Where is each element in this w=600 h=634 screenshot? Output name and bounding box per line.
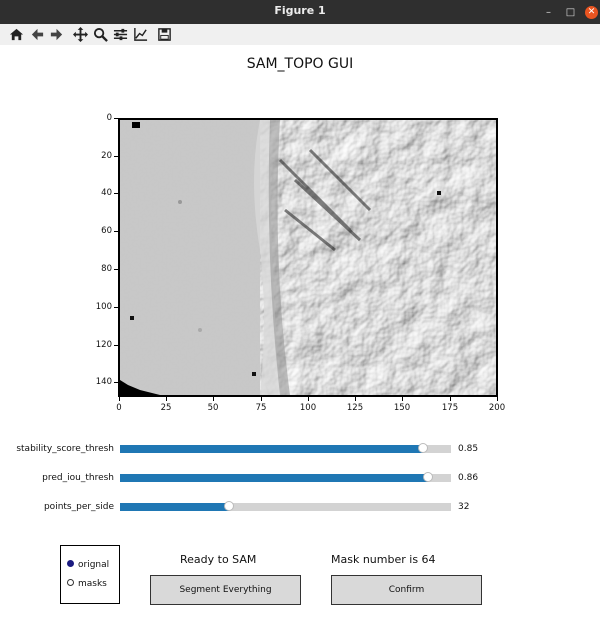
window-title: Figure 1 [274,4,326,17]
y-tick-label: 140 [95,377,112,387]
x-tick [308,397,309,401]
confirm-button[interactable]: Confirm [331,575,482,605]
slider-label: stability_score_thresh [16,444,114,454]
slider-fill [120,503,230,511]
y-tick [114,345,118,346]
x-tick [213,397,214,401]
x-tick-label: 50 [207,403,219,413]
x-tick-label: 25 [160,403,172,413]
minimize-icon[interactable]: – [542,6,555,19]
slider-track[interactable] [120,472,451,482]
x-tick-label: 125 [346,403,364,413]
slider-value: 0.86 [458,473,479,483]
slider-value: 32 [458,502,470,512]
x-tick [119,397,120,401]
hillshade-image [120,120,496,395]
display-mode-radio-group: orignal masks [60,545,120,604]
y-tick [114,118,118,119]
radio-option-masks[interactable]: masks [67,579,107,589]
x-tick [402,397,403,401]
save-icon[interactable] [156,26,173,43]
forward-arrow-icon[interactable] [48,26,65,43]
home-icon[interactable] [8,26,25,43]
y-tick-label: 40 [101,188,112,198]
x-tick [355,397,356,401]
slider-fill [120,445,423,453]
radio-selected-icon[interactable] [67,560,74,567]
slider-value: 0.85 [458,444,479,454]
y-tick [114,156,118,157]
radio-label: orignal [78,560,110,570]
slider-handle[interactable] [417,443,428,453]
y-tick-label: 80 [101,264,112,274]
y-tick [114,382,118,383]
x-tick [166,397,167,401]
y-tick [114,269,118,270]
slider-track[interactable] [120,443,451,453]
sam-status-text: Ready to SAM [180,553,257,566]
x-tick-label: 0 [116,403,122,413]
configure-subplots-icon[interactable] [112,26,129,43]
x-tick-label: 75 [255,403,267,413]
y-tick-label: 100 [95,302,112,312]
maximize-icon[interactable]: □ [564,6,577,19]
y-tick [114,193,118,194]
y-tick-label: 20 [101,151,112,161]
y-tick [114,231,118,232]
y-tick-label: 60 [101,226,112,236]
slider-track[interactable] [120,501,451,511]
navigation-toolbar [0,24,600,45]
y-tick [114,307,118,308]
close-icon[interactable]: ✕ [585,6,598,19]
y-tick-label: 0 [106,113,112,123]
hillshade-image-plot[interactable] [118,118,498,397]
mask-count-text: Mask number is 64 [331,553,436,566]
segment-everything-button[interactable]: Segment Everything [150,575,301,605]
edit-axes-icon[interactable] [132,26,149,43]
x-tick-label: 200 [488,403,506,413]
y-tick-label: 120 [95,340,112,350]
zoom-icon[interactable] [92,26,109,43]
slider-handle[interactable] [422,472,433,482]
radio-label: masks [78,579,107,589]
back-arrow-icon[interactable] [29,26,46,43]
pan-icon[interactable] [72,26,89,43]
window-titlebar: Figure 1 – □ ✕ [0,0,600,24]
x-tick [450,397,451,401]
x-tick [261,397,262,401]
x-tick [497,397,498,401]
x-tick-label: 100 [299,403,317,413]
slider-fill [120,474,428,482]
x-tick-label: 175 [441,403,459,413]
radio-unselected-icon[interactable] [67,579,74,586]
figure-title: SAM_TOPO GUI [246,56,354,72]
slider-label: pred_iou_thresh [42,473,114,483]
radio-option-original[interactable]: orignal [67,560,109,570]
slider-label: points_per_side [43,502,114,512]
slider-handle[interactable] [224,501,235,511]
x-tick-label: 150 [393,403,411,413]
